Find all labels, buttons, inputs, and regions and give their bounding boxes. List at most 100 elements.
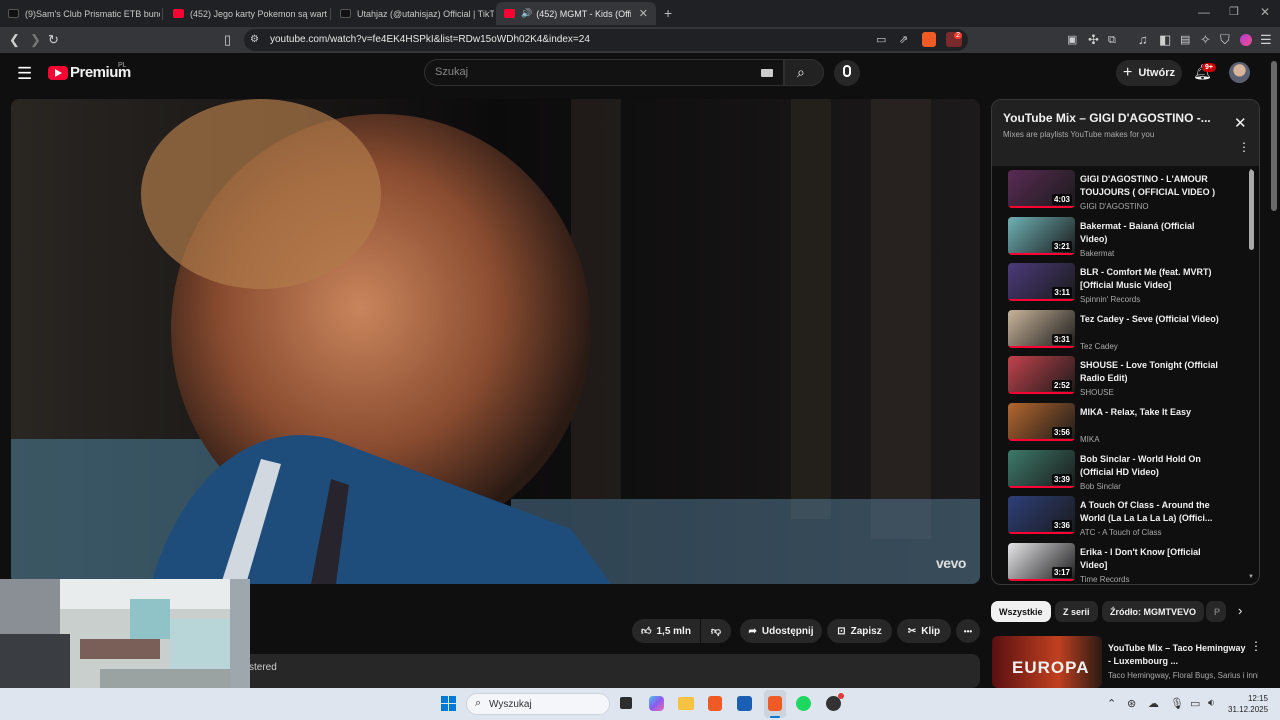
playlist-item-thumbnail[interactable]: 3:11: [1008, 263, 1075, 302]
cast-icon[interactable]: ▭: [876, 32, 886, 48]
playlist-item-title[interactable]: Tez Cadey - Seve (Official Video): [1080, 313, 1220, 326]
restore-icon[interactable]: ❐: [1229, 5, 1239, 18]
browser-tab[interactable]: (452) Jego karty Pokemon są warte: [165, 2, 327, 25]
share-page-icon[interactable]: ⇗: [899, 32, 908, 48]
playlist-item-thumbnail[interactable]: 3:56: [1008, 403, 1075, 441]
forward-icon[interactable]: ❯: [30, 32, 41, 48]
site-info-icon[interactable]: ⚙: [250, 32, 259, 48]
playlist-item-title[interactable]: BLR - Comfort Me (feat. MVRT) [Official …: [1080, 266, 1220, 292]
playlist-menu-icon[interactable]: ⋮: [1238, 141, 1250, 153]
taskbar-clock[interactable]: 12:15 31.12.2025: [1228, 693, 1268, 715]
tray-volume-icon[interactable]: 🔉︎: [1208, 697, 1215, 710]
chip-series[interactable]: Z serii: [1055, 601, 1098, 622]
clip-button[interactable]: ✂ Klip: [897, 619, 951, 643]
browser-tab[interactable]: Utahjaz (@utahisjaz) Official | TikTok: [332, 2, 494, 25]
reload-icon[interactable]: ↻: [48, 32, 59, 48]
music-icon[interactable]: ♫: [1138, 32, 1148, 48]
playlist-item-title[interactable]: A Touch Of Class - Around the World (La …: [1080, 499, 1220, 525]
chip-all[interactable]: Wszystkie: [991, 601, 1051, 622]
playlist-item-thumbnail[interactable]: 3:39: [1008, 449, 1075, 488]
windows-start-icon[interactable]: [441, 696, 456, 711]
chip-source[interactable]: Źródło: MGMTVEVO: [1102, 601, 1204, 622]
avatar[interactable]: [1229, 62, 1250, 83]
tray-network-icon[interactable]: ▭: [1190, 697, 1200, 710]
scroll-down-icon[interactable]: ▼: [1248, 574, 1254, 580]
search-button[interactable]: ⌕: [784, 59, 824, 86]
brave-taskbar-icon[interactable]: [708, 696, 722, 711]
minimize-icon[interactable]: —: [1198, 5, 1210, 19]
search-input[interactable]: Szukaj: [435, 66, 468, 78]
playlist-item-title[interactable]: Bakermat - Baianá (Official Video): [1080, 220, 1220, 246]
playlist-title[interactable]: YouTube Mix – GIGI D'AGOSTINO -...: [1003, 111, 1223, 125]
leo-ai-icon[interactable]: ✧: [1200, 32, 1211, 48]
playlist-item-thumbnail[interactable]: 2:52: [1008, 356, 1075, 395]
playlist-item[interactable]: 3:11 BLR - Comfort Me (feat. MVRT) [Offic…: [1008, 263, 1248, 307]
close-window-icon[interactable]: ✕: [1260, 5, 1270, 19]
close-playlist-icon[interactable]: ✕: [1234, 114, 1247, 132]
scroll-up-icon[interactable]: ▲: [1248, 168, 1254, 174]
page-scroll-thumb[interactable]: [1271, 61, 1277, 211]
browser-tab-active[interactable]: 🔊 (452) MGMT - Kids (Official H ✕: [496, 2, 656, 25]
sidebar-icon[interactable]: ◧: [1159, 32, 1171, 48]
browser-tab[interactable]: (9)Sam's Club Prismatic ETB bundle!: [0, 2, 160, 25]
profile-icon[interactable]: [1240, 34, 1252, 46]
more-actions-button[interactable]: •••: [956, 619, 980, 643]
media-app-icon[interactable]: [826, 693, 844, 711]
wallet-icon[interactable]: ▤: [1180, 32, 1190, 48]
keyboard-icon[interactable]: [761, 69, 773, 77]
playlist-scrollbar[interactable]: [1249, 170, 1254, 250]
screenshot-icon[interactable]: ⧉: [1108, 32, 1116, 48]
store-icon[interactable]: [737, 696, 752, 711]
like-button[interactable]: 👍︎ 1,5 mln: [632, 619, 700, 643]
create-button[interactable]: + Utwórz: [1116, 60, 1182, 86]
tray-app-icon[interactable]: ⊛: [1127, 697, 1136, 710]
playlist-item[interactable]: 3:36 A Touch Of Class - Around the World …: [1008, 496, 1248, 540]
recommended-title[interactable]: YouTube Mix – Taco Hemingway - Luxembour…: [1108, 642, 1248, 668]
page-scrollbar[interactable]: [1268, 53, 1280, 688]
playlist-item-title[interactable]: SHOUSE - Love Tonight (Official Radio Ed…: [1080, 359, 1220, 385]
spotify-icon[interactable]: [796, 696, 811, 711]
task-view-icon[interactable]: [620, 697, 632, 709]
dislike-button[interactable]: 👎︎: [701, 619, 731, 643]
playlist-item[interactable]: 2:52 SHOUSE - Love Tonight (Official Radi…: [1008, 356, 1248, 400]
taskbar-search[interactable]: ⌕ Wyszukaj: [466, 693, 610, 715]
playlist-item-title[interactable]: Erika - I Don't Know [Official Video]: [1080, 546, 1220, 572]
recommended-thumbnail[interactable]: EUROPA: [992, 636, 1102, 688]
voice-search-button[interactable]: [834, 60, 860, 86]
taskbar-search-input[interactable]: Wyszukaj: [489, 699, 532, 710]
url-text[interactable]: youtube.com/watch?v=fe4EK4HSPkI&list=RDw…: [270, 34, 590, 45]
file-explorer-icon[interactable]: [678, 697, 694, 710]
brave-rewards-icon[interactable]: 2: [946, 32, 962, 47]
playlist-item-thumbnail[interactable]: 3:31: [1008, 309, 1075, 348]
chip-next[interactable]: P: [1206, 601, 1226, 622]
save-button[interactable]: ⊡ Zapisz: [827, 619, 892, 643]
video-player[interactable]: vevo: [11, 99, 980, 584]
youtube-logo-icon[interactable]: [48, 66, 68, 80]
back-icon[interactable]: ❮: [9, 32, 20, 48]
vpn-icon[interactable]: ⛉: [1220, 32, 1230, 48]
tray-cloud-icon[interactable]: ☁: [1148, 697, 1159, 710]
playlist-item[interactable]: 3:21 Bakermat - Baianá (Official Video) Ba…: [1008, 216, 1248, 261]
bookmark-icon[interactable]: ▯: [224, 32, 231, 48]
extension-icon[interactable]: ▣: [1067, 32, 1077, 48]
playlist-item-title[interactable]: GIGI D'AGOSTINO - L'AMOUR TOUJOURS ( OFF…: [1080, 173, 1220, 199]
playlist-item[interactable]: 4:03 GIGI D'AGOSTINO - L'AMOUR TOUJOURS (…: [1008, 170, 1248, 214]
close-tab-icon[interactable]: ✕: [639, 7, 648, 20]
tray-chevron-icon[interactable]: ⌃: [1107, 697, 1116, 710]
playlist-item-thumbnail[interactable]: 3:36: [1008, 496, 1075, 535]
search-box[interactable]: Szukaj: [424, 59, 784, 86]
playlist-item-title[interactable]: MIKA - Relax, Take It Easy: [1080, 406, 1220, 419]
playlist-item[interactable]: 3:31 Tez Cadey - Seve (Official Video) Tez…: [1008, 309, 1248, 354]
playlist-item[interactable]: 3:17 Erika - I Don't Know [Official Video…: [1008, 542, 1248, 584]
brave-shield-icon[interactable]: [922, 32, 936, 47]
playlist-item-thumbnail[interactable]: 3:21: [1008, 216, 1075, 255]
playlist-item-title[interactable]: Bob Sinclar - World Hold On (Official HD…: [1080, 453, 1220, 479]
playlist-item-thumbnail[interactable]: 3:17: [1008, 542, 1075, 581]
menu-icon[interactable]: ☰: [1260, 32, 1272, 48]
playlist-item[interactable]: 3:56 MIKA - Relax, Take It Easy MIKA: [1008, 403, 1248, 447]
brave-active-icon[interactable]: [768, 696, 782, 711]
hamburger-menu-icon[interactable]: ☰: [17, 64, 32, 84]
share-button[interactable]: ➦ Udostępnij: [740, 619, 822, 643]
puzzle-icon[interactable]: ✣: [1088, 32, 1099, 48]
new-tab-button[interactable]: +: [664, 5, 672, 21]
